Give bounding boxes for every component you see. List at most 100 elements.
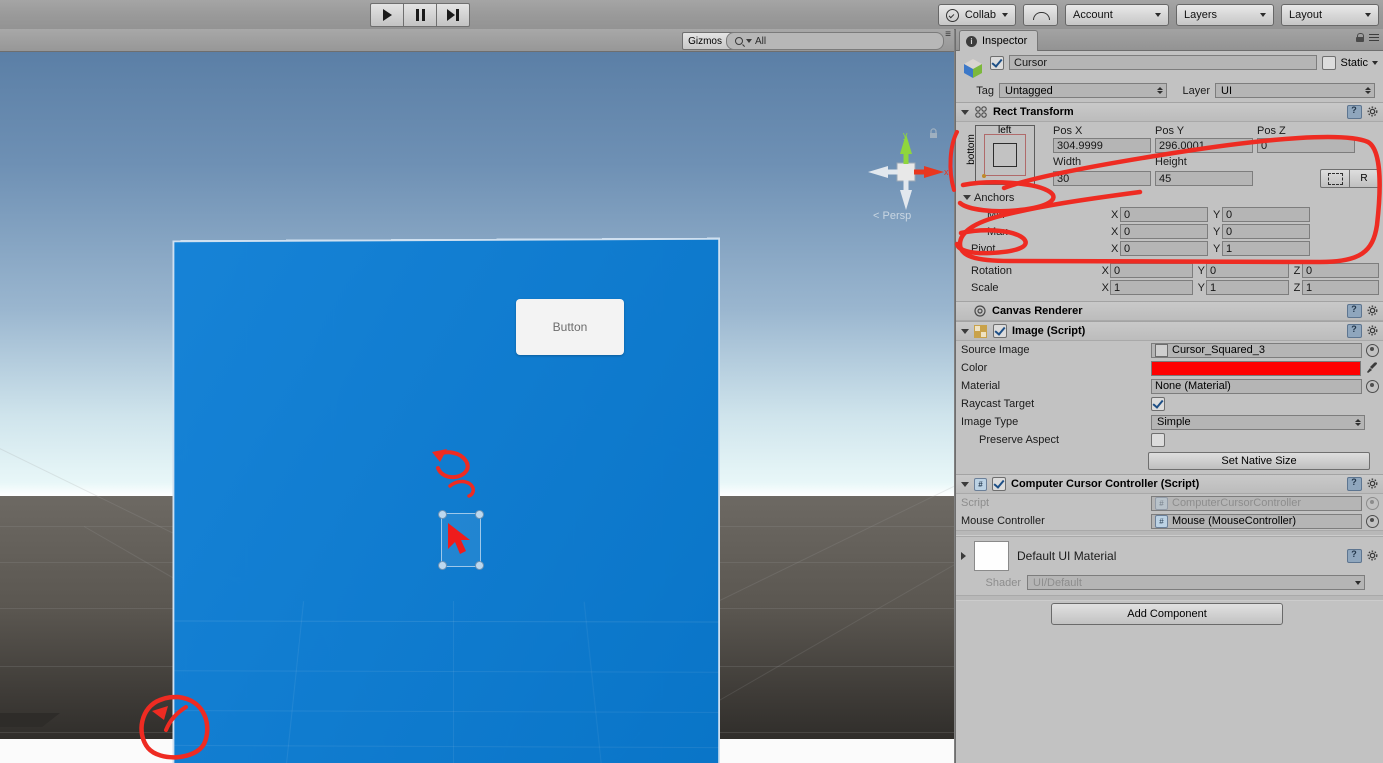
color-swatch[interactable]: [1151, 360, 1361, 376]
gear-icon[interactable]: [1367, 550, 1379, 562]
perspective-mode-label[interactable]: < Persp: [873, 210, 911, 222]
component-header-rect-transform[interactable]: Rect Transform: [956, 102, 1383, 122]
width-input[interactable]: 30: [1053, 171, 1151, 186]
raw-edit-button[interactable]: R: [1350, 169, 1379, 188]
help-icon[interactable]: [1347, 324, 1362, 338]
pos-x-input[interactable]: 304.9999: [1053, 138, 1151, 153]
static-checkbox[interactable]: [1322, 55, 1337, 70]
help-icon[interactable]: [1347, 105, 1362, 119]
tag-dropdown[interactable]: Untagged: [999, 83, 1167, 98]
resize-handle-bl[interactable]: [438, 561, 447, 570]
ui-canvas-rect[interactable]: [172, 237, 721, 763]
preserve-aspect-checkbox[interactable]: [1151, 433, 1165, 447]
resize-handle-br[interactable]: [475, 561, 484, 570]
pivot-y-input[interactable]: 1: [1222, 241, 1310, 256]
layers-button[interactable]: Layers: [1176, 4, 1274, 26]
anchor-max-x-input[interactable]: 0: [1120, 224, 1208, 239]
anchor-preset-widget[interactable]: left bottom: [966, 125, 1035, 185]
anchors-label: Anchors: [974, 191, 1015, 204]
step-button[interactable]: [436, 3, 470, 27]
rotation-z-input[interactable]: 0: [1301, 263, 1379, 278]
shader-dropdown[interactable]: UI/Default: [1027, 575, 1365, 590]
object-picker-icon[interactable]: [1366, 343, 1379, 357]
anchors-max-label: Max: [987, 225, 1008, 238]
image-type-dropdown[interactable]: Simple: [1151, 414, 1365, 430]
help-icon[interactable]: [1347, 549, 1362, 563]
foldout-icon[interactable]: [961, 328, 969, 334]
scale-y-input[interactable]: 1: [1205, 280, 1289, 295]
foldout-icon[interactable]: [961, 481, 969, 487]
source-image-field[interactable]: Cursor_Squared_3: [1151, 342, 1362, 358]
anchor-min-y-input[interactable]: 0: [1222, 207, 1310, 222]
component-header-cursor-controller[interactable]: # Computer Cursor Controller (Script): [956, 474, 1383, 494]
scene-options-icon[interactable]: ≡: [945, 29, 952, 40]
pause-button[interactable]: [403, 3, 436, 27]
anchors-foldout-icon[interactable]: [963, 195, 971, 200]
chevron-down-icon[interactable]: [1372, 60, 1378, 65]
scale-x-input[interactable]: 1: [1109, 280, 1193, 295]
gizmo-lock-icon[interactable]: [928, 128, 939, 139]
ground-notch: [0, 713, 60, 727]
blueprint-mode-button[interactable]: [1320, 169, 1350, 188]
material-field[interactable]: None (Material): [1151, 378, 1362, 394]
csharp-script-icon: #: [1155, 496, 1168, 510]
height-input[interactable]: 45: [1155, 171, 1253, 186]
resize-handle-tr[interactable]: [475, 510, 484, 519]
menu-icon[interactable]: [1369, 33, 1379, 42]
lock-icon[interactable]: [1356, 33, 1364, 42]
play-icon: [382, 9, 392, 21]
cursor-controller-enabled-checkbox[interactable]: [992, 477, 1006, 491]
image-script-title: Image (Script): [1012, 325, 1086, 337]
anchor-min-x-input[interactable]: 0: [1120, 207, 1208, 222]
pivot-label: Pivot: [971, 242, 996, 255]
source-image-label: Source Image: [961, 344, 1030, 356]
gear-icon[interactable]: [1367, 478, 1379, 490]
rotation-y-input[interactable]: 0: [1205, 263, 1289, 278]
scale-z-input[interactable]: 1: [1301, 280, 1379, 295]
gear-icon[interactable]: [1367, 305, 1379, 317]
component-header-image-script[interactable]: Image (Script): [956, 321, 1383, 341]
layer-dropdown[interactable]: UI: [1215, 83, 1375, 98]
object-picker-icon[interactable]: [1366, 379, 1379, 393]
chevron-down-icon: [746, 39, 752, 43]
layout-button[interactable]: Layout: [1281, 4, 1379, 26]
foldout-right-icon[interactable]: [961, 552, 966, 560]
raycast-target-checkbox[interactable]: [1151, 397, 1165, 411]
axis-label-y: Y: [1197, 264, 1205, 277]
resize-handle-tl[interactable]: [438, 510, 447, 519]
set-native-size-button[interactable]: Set Native Size: [1148, 452, 1370, 470]
component-header-canvas-renderer[interactable]: Canvas Renderer: [956, 301, 1383, 321]
collab-button[interactable]: Collab: [937, 4, 1016, 26]
object-picker-icon[interactable]: [1366, 514, 1379, 528]
inspector-tab-icons: [1356, 33, 1379, 42]
gameobject-header: Cursor Static: [956, 50, 1383, 82]
pos-y-input[interactable]: 296.0001: [1155, 138, 1253, 153]
layout-label: Layout: [1289, 9, 1323, 21]
help-icon[interactable]: [1347, 477, 1362, 491]
static-toggle-group[interactable]: Static: [1322, 55, 1378, 70]
tab-inspector[interactable]: i Inspector: [959, 30, 1039, 51]
pos-z-input[interactable]: 0: [1257, 138, 1355, 153]
scene-viewport[interactable]: Button x y < Persp: [0, 52, 954, 763]
ui-button-element[interactable]: Button: [516, 299, 624, 355]
gear-icon[interactable]: [1367, 106, 1379, 118]
play-button[interactable]: [370, 3, 403, 27]
material-preview-header[interactable]: Default UI Material: [956, 536, 1383, 575]
cloud-button[interactable]: [1023, 4, 1058, 26]
scene-search-input[interactable]: All: [726, 32, 944, 50]
gameobject-name-input[interactable]: Cursor: [1009, 55, 1318, 70]
scene-view-axis-gizmo[interactable]: x y: [862, 128, 950, 216]
eyedropper-icon[interactable]: [1365, 361, 1379, 375]
account-button[interactable]: Account: [1065, 4, 1169, 26]
material-title: Default UI Material: [1017, 549, 1117, 563]
mouse-controller-field[interactable]: # Mouse (MouseController): [1151, 513, 1362, 529]
foldout-icon[interactable]: [961, 109, 969, 115]
help-icon[interactable]: [1347, 304, 1362, 318]
pivot-x-input[interactable]: 0: [1120, 241, 1208, 256]
gear-icon[interactable]: [1367, 325, 1379, 337]
rotation-x-input[interactable]: 0: [1109, 263, 1193, 278]
anchor-max-y-input[interactable]: 0: [1222, 224, 1310, 239]
add-component-button[interactable]: Add Component: [1051, 603, 1283, 625]
image-enabled-checkbox[interactable]: [993, 324, 1007, 338]
gameobject-enabled-checkbox[interactable]: [990, 55, 1004, 70]
